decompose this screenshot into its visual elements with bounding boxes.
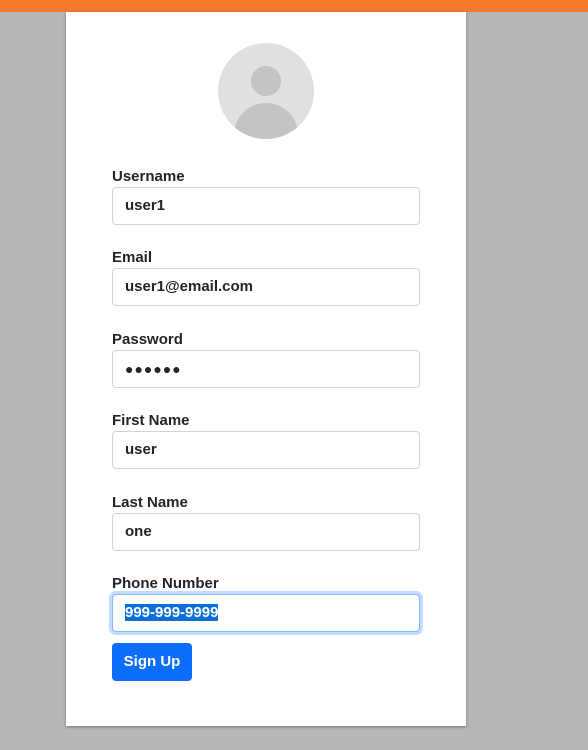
username-label: Username — [112, 168, 185, 185]
last-name-label: Last Name — [112, 494, 188, 511]
user-avatar-icon — [218, 43, 314, 139]
email-label: Email — [112, 249, 153, 266]
sign-up-button[interactable]: Sign Up — [112, 643, 192, 681]
last-name-value: one — [125, 523, 152, 540]
avatar-body-shape — [234, 103, 298, 139]
phone-number-value: 999-999-9999 — [125, 604, 219, 621]
email-value: user1@email.com — [125, 278, 254, 295]
last-name-field-group: Last Name one — [112, 493, 420, 551]
email-input[interactable]: user1@email.com — [112, 268, 420, 306]
first-name-field-group: First Name user — [112, 411, 420, 469]
username-field-group: Username user1 — [112, 167, 420, 225]
avatar-head-shape — [251, 66, 281, 96]
password-field-group: Password ●●●●●● — [112, 330, 420, 388]
username-input[interactable]: user1 — [112, 187, 420, 225]
phone-number-label: Phone Number — [112, 575, 219, 592]
email-field-group: Email user1@email.com — [112, 248, 420, 306]
first-name-input[interactable]: user — [112, 431, 420, 469]
top-accent-bar — [0, 0, 588, 12]
last-name-input[interactable]: one — [112, 513, 420, 551]
first-name-value: user — [125, 441, 157, 458]
password-input[interactable]: ●●●●●● — [112, 350, 420, 388]
phone-number-input[interactable]: 999-999-9999 — [112, 594, 420, 632]
phone-number-field-group: Phone Number 999-999-9999 — [112, 574, 420, 632]
password-label: Password — [112, 331, 183, 348]
password-value: ●●●●●● — [125, 361, 182, 377]
username-value: user1 — [125, 197, 166, 214]
first-name-label: First Name — [112, 412, 190, 429]
signup-card: Username user1 Email user1@email.com Pas… — [66, 12, 466, 726]
